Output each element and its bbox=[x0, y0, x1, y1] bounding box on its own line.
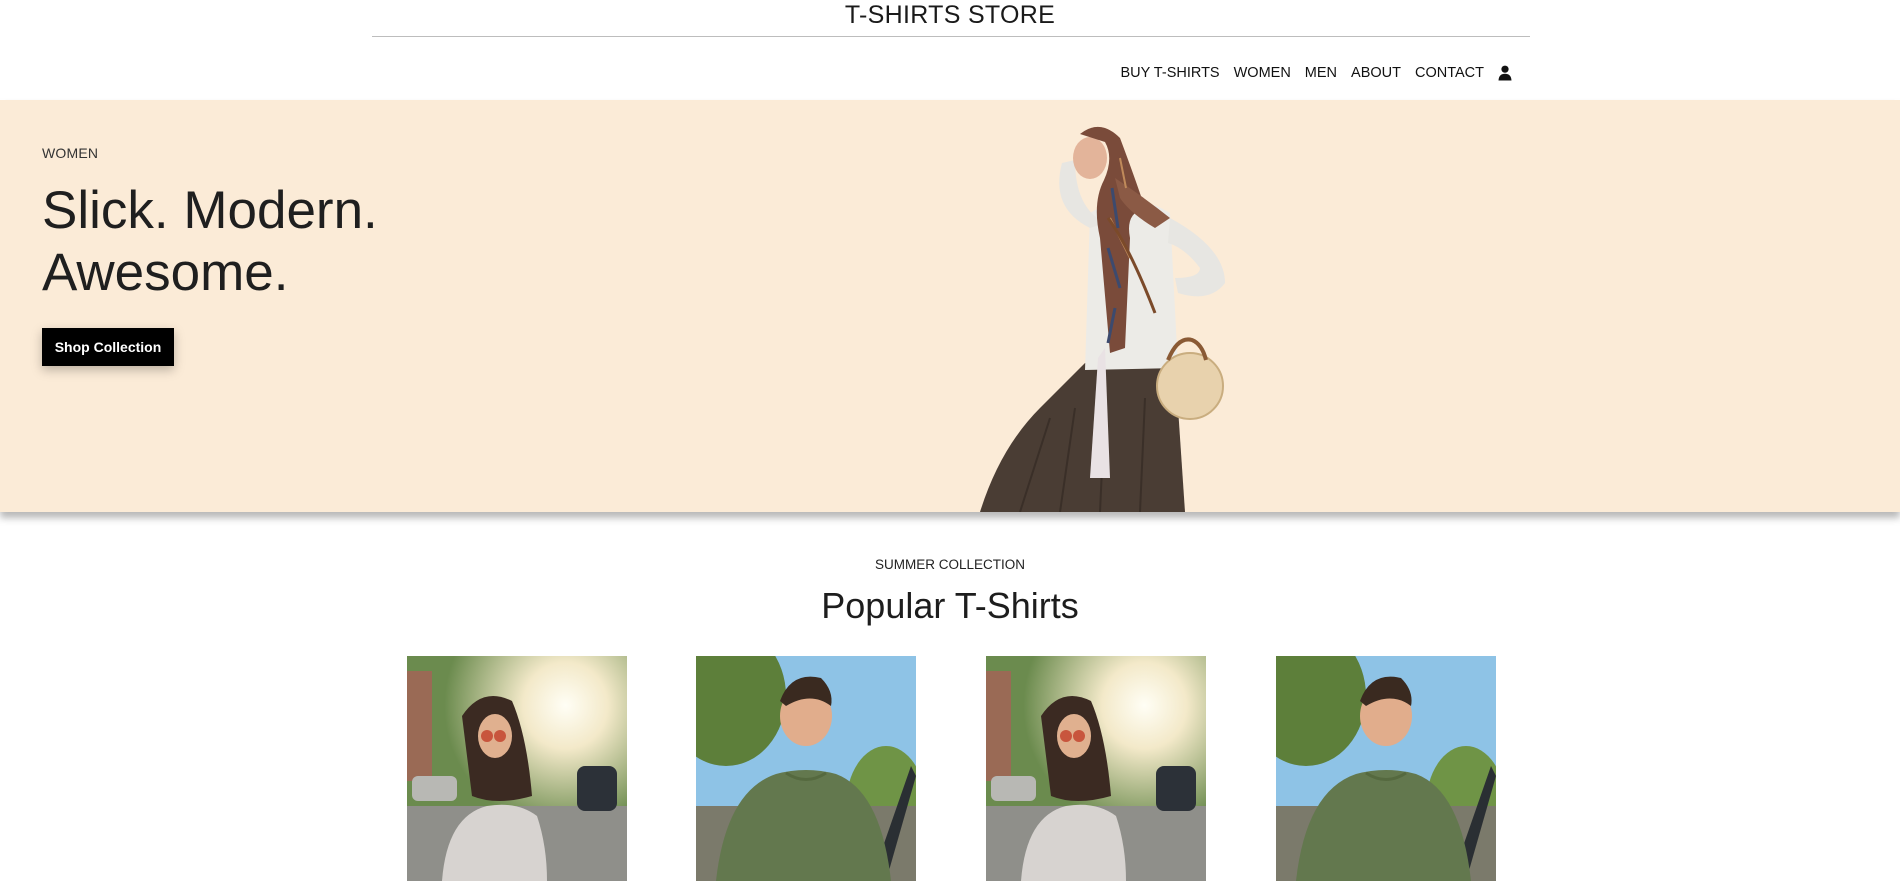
store-title: T-SHIRTS STORE bbox=[844, 1, 1056, 29]
product-card-3[interactable] bbox=[986, 656, 1206, 881]
user-icon[interactable] bbox=[1498, 65, 1512, 81]
nav-buy-tshirts[interactable]: BUY T-SHIRTS bbox=[1120, 65, 1219, 81]
hero-model-image bbox=[980, 118, 1270, 512]
hero-heading-line2: Awesome. bbox=[42, 243, 289, 302]
nav-women[interactable]: WOMEN bbox=[1234, 65, 1291, 81]
product-card-4[interactable] bbox=[1276, 656, 1496, 881]
hero-eyebrow: WOMEN bbox=[42, 145, 99, 161]
hero-heading-line1: Slick. Modern. bbox=[42, 181, 378, 240]
section-heading: Popular T-Shirts bbox=[821, 585, 1079, 626]
hero-heading: Slick. Modern. Awesome. bbox=[42, 180, 642, 304]
hero-banner: WOMEN Slick. Modern. Awesome. Shop Colle… bbox=[0, 100, 1900, 512]
product-card-1[interactable] bbox=[407, 656, 627, 881]
nav-about[interactable]: ABOUT bbox=[1351, 65, 1401, 81]
header-divider bbox=[372, 36, 1530, 37]
product-card-2[interactable] bbox=[696, 656, 916, 881]
man-green-tshirt-photo bbox=[696, 656, 916, 881]
nav-men[interactable]: MEN bbox=[1305, 65, 1337, 81]
man-green-tshirt-photo bbox=[1276, 656, 1496, 881]
shop-collection-button[interactable]: Shop Collection bbox=[42, 328, 174, 366]
nav-contact[interactable]: CONTACT bbox=[1415, 65, 1484, 81]
main-nav: BUY T-SHIRTS WOMEN MEN ABOUT CONTACT bbox=[1120, 65, 1512, 81]
woman-white-tshirt-photo bbox=[986, 656, 1206, 881]
woman-white-tshirt-photo bbox=[407, 656, 627, 881]
section-eyebrow: SUMMER COLLECTION bbox=[874, 557, 1026, 572]
